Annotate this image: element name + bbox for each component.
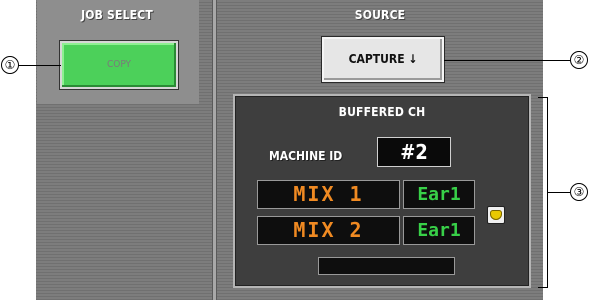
buffered-ch-box: BUFFERED CH MACHINE ID #2 MIX 1 Ear1 MIX… [233,94,531,288]
callout-3-bracket [538,97,548,288]
machine-id-value[interactable]: #2 [377,137,451,167]
callout-3: ③ [570,183,588,201]
callout-1-line [19,65,61,66]
heart-icon [490,210,502,220]
empty-channel-field [318,257,455,275]
callout-2: ② [570,51,588,69]
job-select-title: JOB SELECT [81,8,153,22]
callout-3-line [548,192,570,193]
machine-id-label: MACHINE ID [269,149,343,163]
channel-1-port: Ear1 [403,180,475,209]
buffered-ch-title: BUFFERED CH [338,105,426,119]
capture-button[interactable]: CAPTURE ↓ [321,36,445,83]
channel-2-port: Ear1 [403,216,475,245]
channel-1-name: MIX 1 [257,180,400,209]
callout-1: ① [1,56,19,74]
source-title: SOURCE [354,8,406,22]
copy-button[interactable]: COPY [59,40,179,90]
channel-2-name: MIX 2 [257,216,400,245]
channel-link-button[interactable] [487,206,505,224]
callout-2-line [444,60,570,61]
